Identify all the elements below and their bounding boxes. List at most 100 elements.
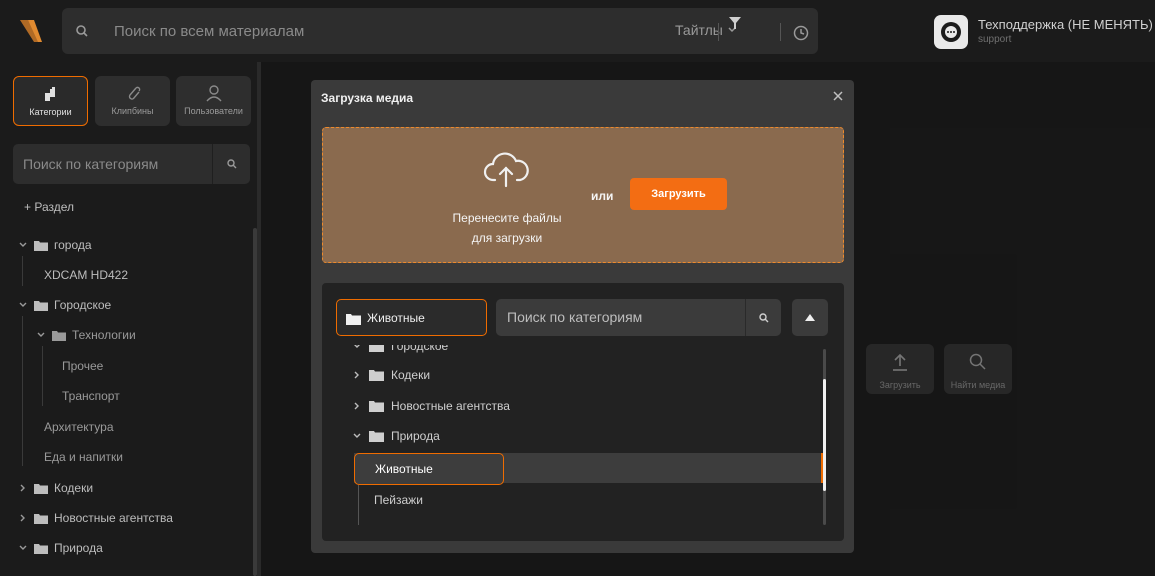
filter-icon[interactable] bbox=[727, 15, 743, 31]
sidebar-scrollbar[interactable] bbox=[253, 228, 257, 576]
tree-item-label: XDCAM HD422 bbox=[44, 268, 129, 282]
tree-item-label: Прочее bbox=[62, 359, 104, 373]
collapse-tree-button[interactable] bbox=[792, 299, 828, 336]
tree-item-goroda[interactable]: города bbox=[18, 238, 92, 252]
folder-open-icon bbox=[52, 330, 66, 341]
add-section-button[interactable]: + Раздел bbox=[24, 200, 74, 214]
tree-item-transport[interactable]: Транспорт bbox=[62, 389, 120, 403]
tree-guide bbox=[358, 485, 359, 525]
tree-scrollbar-thumb[interactable] bbox=[823, 379, 826, 491]
tree-item-label: Городское bbox=[54, 298, 112, 312]
tree-item-label: Животные bbox=[375, 462, 433, 476]
categories-icon bbox=[44, 87, 55, 101]
selected-category[interactable]: Животные bbox=[336, 299, 487, 336]
folder-open-icon bbox=[34, 543, 48, 554]
category-search-input[interactable]: Поиск по категориям bbox=[507, 309, 642, 325]
category-search-input[interactable]: Поиск по категориям bbox=[23, 156, 158, 172]
chevron-down-icon bbox=[353, 433, 361, 438]
folder-icon bbox=[369, 401, 384, 412]
category-tree: Городское Кодеки Новостные агентства При… bbox=[322, 345, 844, 541]
category-search-button[interactable] bbox=[745, 299, 781, 336]
file-dropzone[interactable]: Перенесите файлы для загрузки или Загруз… bbox=[322, 127, 844, 263]
tree-item-kodeki[interactable]: Кодеки bbox=[352, 368, 430, 382]
search-icon bbox=[759, 313, 769, 323]
folder-open-icon bbox=[34, 300, 48, 311]
cloud-upload-icon bbox=[483, 152, 529, 188]
tree-item-label: Пейзажи bbox=[374, 493, 423, 507]
user-name[interactable]: Техподдержка (НЕ МЕНЯТЬ) bbox=[978, 17, 1153, 32]
tree-item-label: Кодеки bbox=[54, 481, 94, 495]
user-login: support bbox=[978, 34, 1012, 45]
category-search-button[interactable] bbox=[212, 144, 250, 184]
tree-item-label: Природа bbox=[54, 541, 103, 555]
tree-guide bbox=[42, 346, 43, 406]
tree-item-eda[interactable]: Еда и напитки bbox=[44, 450, 123, 464]
folder-icon bbox=[346, 314, 361, 325]
tab-users[interactable]: Пользователи bbox=[176, 76, 251, 126]
tab-label: Пользователи bbox=[184, 106, 243, 116]
folder-open-icon bbox=[34, 240, 48, 251]
or-label: или bbox=[591, 189, 614, 203]
divider bbox=[780, 23, 781, 41]
folder-icon bbox=[34, 483, 48, 494]
caret-up-icon bbox=[805, 314, 815, 321]
tree-item-zhivotnye[interactable]: Животные bbox=[354, 453, 504, 485]
tree-item-label: Технологии bbox=[72, 328, 136, 342]
folder-open-icon bbox=[369, 431, 384, 442]
app-logo-icon[interactable] bbox=[16, 16, 46, 46]
close-icon[interactable] bbox=[832, 90, 844, 102]
global-search[interactable]: Поиск по всем материалам Тайтлы bbox=[62, 8, 818, 54]
search-icon bbox=[227, 159, 237, 169]
folder-open-icon bbox=[369, 345, 384, 352]
tab-clipbins[interactable]: Клипбины bbox=[95, 76, 170, 126]
category-search[interactable]: Поиск по категориям bbox=[496, 299, 781, 336]
support-avatar-icon[interactable] bbox=[934, 15, 968, 49]
chevron-down-icon bbox=[19, 545, 27, 550]
category-picker: Животные Поиск по категориям Городское К… bbox=[322, 283, 844, 541]
upload-button[interactable]: Загрузить bbox=[630, 178, 727, 210]
tab-categories[interactable]: Категории bbox=[13, 76, 88, 126]
tree-item-xdcam[interactable]: XDCAM HD422 bbox=[44, 268, 128, 282]
tree-item-priroda[interactable]: Природа bbox=[18, 541, 103, 555]
divider bbox=[718, 23, 719, 41]
tree-guide bbox=[22, 316, 23, 466]
top-bar: Поиск по всем материалам Тайтлы Техподде… bbox=[0, 0, 1155, 62]
category-search[interactable]: Поиск по категориям bbox=[13, 144, 250, 184]
tree-item-novostnye[interactable]: Новостные агентства bbox=[352, 399, 510, 413]
tree-item-label: Кодеки bbox=[391, 368, 431, 382]
tree-item-label: Транспорт bbox=[62, 389, 120, 403]
dropzone-hint: Перенесите файлы для загрузки bbox=[423, 208, 591, 248]
chevron-right-icon bbox=[20, 484, 25, 492]
tree-item-peyzazhi[interactable]: Пейзажи bbox=[374, 493, 423, 507]
tree-item-label: Еда и напитки bbox=[44, 450, 124, 464]
paperclip-icon bbox=[128, 86, 140, 100]
tree-item-arhitektura[interactable]: Архитектура bbox=[44, 420, 114, 434]
clock-icon[interactable] bbox=[792, 24, 810, 42]
tree-item-tehnologii[interactable]: Технологии bbox=[36, 328, 136, 342]
chevron-right-icon bbox=[354, 371, 359, 379]
dropzone-hint-line: для загрузки bbox=[471, 231, 543, 245]
title-filter-label: Тайтлы bbox=[675, 22, 723, 38]
folder-icon bbox=[369, 370, 384, 381]
modal-title: Загрузка медиа bbox=[321, 91, 414, 105]
tree-item-label: города bbox=[54, 238, 92, 252]
chevron-down-icon bbox=[37, 332, 45, 337]
tree-item-label: Новостные агентства bbox=[54, 511, 173, 525]
user-icon bbox=[205, 85, 222, 102]
sidebar: Категории Клипбины Пользователи Поиск по… bbox=[0, 62, 257, 576]
tree-item-gorodskoe[interactable]: Городское bbox=[18, 298, 111, 312]
tree-item-label: Новостные агентства bbox=[391, 399, 510, 413]
folder-icon bbox=[34, 513, 48, 524]
tree-item-kodeki[interactable]: Кодеки bbox=[18, 481, 93, 495]
tree-item-label: Архитектура bbox=[44, 420, 114, 434]
tree-item-prochee[interactable]: Прочее bbox=[62, 359, 103, 373]
tree-item-novostnye[interactable]: Новостные агентства bbox=[18, 511, 173, 525]
upload-media-modal: Загрузка медиа Перенесите файлы для загр… bbox=[311, 80, 854, 553]
tree-item-gorodskoe[interactable]: Городское bbox=[352, 345, 448, 353]
search-icon bbox=[76, 25, 88, 37]
tree-item-label: Городское bbox=[391, 345, 449, 353]
tab-label: Категории bbox=[29, 107, 72, 117]
tree-item-priroda[interactable]: Природа bbox=[352, 429, 440, 443]
chevron-down-icon bbox=[19, 242, 27, 247]
global-search-input[interactable]: Поиск по всем материалам bbox=[114, 23, 304, 40]
